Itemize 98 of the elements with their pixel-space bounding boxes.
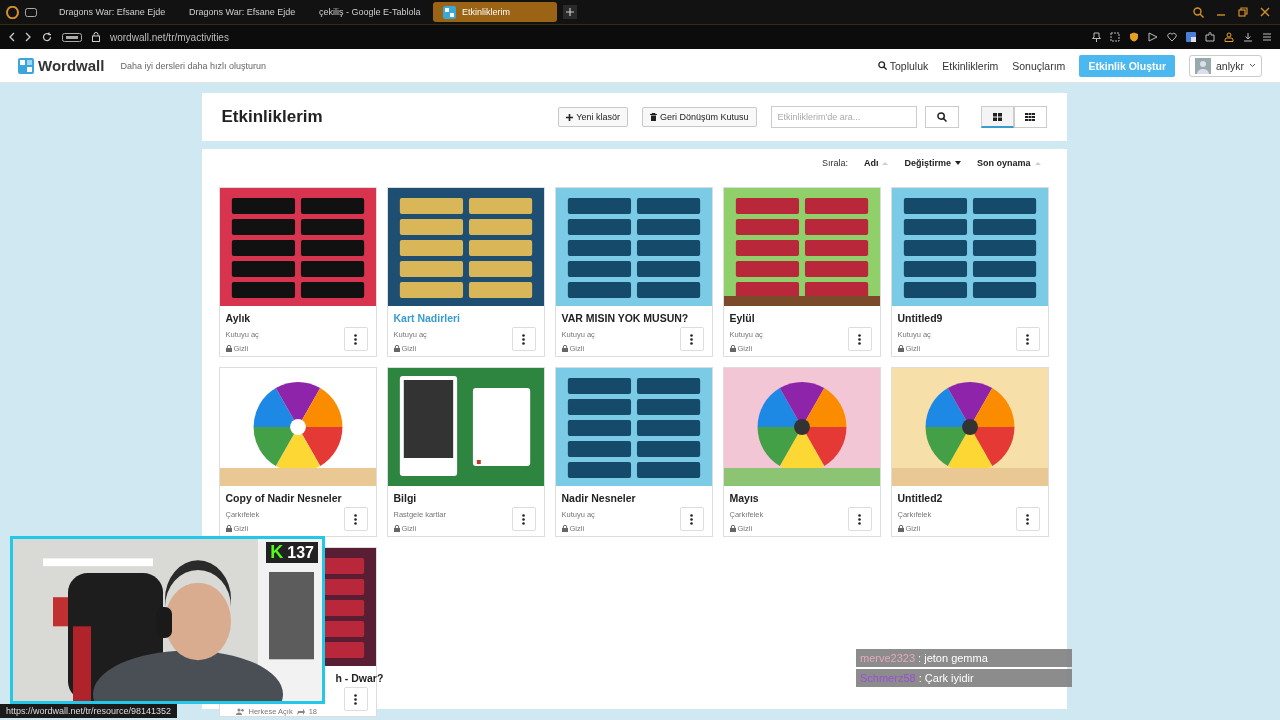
- more-button[interactable]: [343, 687, 368, 711]
- more-icon: [354, 333, 357, 345]
- lock-icon: [729, 525, 736, 532]
- more-icon: [1026, 513, 1029, 525]
- large-grid-icon: [992, 112, 1002, 121]
- snapshot-icon[interactable]: [1110, 32, 1120, 42]
- more-button[interactable]: [679, 327, 704, 351]
- activity-title[interactable]: Aylık: [225, 312, 370, 324]
- pin-icon[interactable]: [1092, 32, 1101, 42]
- activity-title[interactable]: Copy of Nadir Nesneler: [225, 492, 370, 504]
- trash-icon: [649, 113, 657, 121]
- small-grid-view-button[interactable]: [1013, 106, 1047, 128]
- browser-tab[interactable]: Etkinliklerim: [433, 2, 557, 22]
- search-icon[interactable]: [1193, 6, 1204, 18]
- more-icon: [858, 333, 861, 345]
- browser-tab[interactable]: Dragons War: Efsane Ejde: [43, 2, 167, 22]
- lock-icon: [225, 525, 232, 532]
- more-icon: [858, 513, 861, 525]
- more-button[interactable]: [847, 327, 872, 351]
- lock-icon: [225, 345, 232, 352]
- lock-icon: [729, 345, 736, 352]
- nav-link[interactable]: Sonuçlarım: [1012, 59, 1066, 72]
- logo-text[interactable]: Wordwall: [38, 57, 105, 74]
- restore-icon[interactable]: [1238, 7, 1248, 17]
- status-url: https://wordwall.net/tr/resource/98141352: [0, 704, 178, 718]
- plus-icon: [566, 113, 574, 121]
- more-icon: [522, 513, 525, 525]
- activity-title[interactable]: VAR MISIN YOK MUSUN?: [561, 312, 706, 324]
- more-icon: [354, 693, 357, 705]
- sort-label: Sırala:: [821, 158, 848, 168]
- lock-icon: [393, 525, 400, 532]
- activity-title[interactable]: Untitled9: [897, 312, 1042, 324]
- sort-option[interactable]: Son oynama: [977, 158, 1041, 168]
- more-button[interactable]: [511, 507, 536, 531]
- activity-title[interactable]: Untitled2: [897, 492, 1042, 504]
- grid-logo-icon[interactable]: [18, 57, 34, 74]
- menu-icon[interactable]: [1262, 32, 1272, 42]
- nav-link[interactable]: Topluluk: [877, 59, 929, 72]
- activity-title[interactable]: Eylül: [729, 312, 874, 324]
- more-button[interactable]: [343, 507, 368, 531]
- profile-icon[interactable]: [1224, 32, 1234, 42]
- address-bar[interactable]: wordwall.net/tr/myactivities: [110, 31, 229, 43]
- avatar-icon: [1195, 57, 1211, 74]
- extension-icon[interactable]: [1205, 32, 1215, 42]
- recycle-bin-button[interactable]: Geri Dönüşüm Kutusu: [641, 107, 757, 127]
- new-tab-button[interactable]: [563, 5, 577, 19]
- more-icon: [1026, 333, 1029, 345]
- chat-message: merve2323 : jeton gemma: [856, 649, 1072, 667]
- close-icon[interactable]: [1260, 7, 1270, 17]
- tagline: Daha iyi dersleri daha hızlı oluşturun: [120, 60, 266, 71]
- more-button[interactable]: [847, 507, 872, 531]
- browser-logo-icon[interactable]: [6, 5, 19, 19]
- more-button[interactable]: [343, 327, 368, 351]
- shield-icon[interactable]: [1129, 32, 1139, 42]
- more-icon: [522, 333, 525, 345]
- more-button[interactable]: [679, 507, 704, 531]
- sort-option[interactable]: Değiştirme: [904, 158, 961, 168]
- search-icon: [936, 112, 947, 122]
- people-icon: [235, 708, 245, 715]
- nav-link[interactable]: Etkinliklerim: [942, 59, 999, 72]
- caret-icon: [1249, 63, 1256, 68]
- lock-icon: [561, 345, 568, 352]
- more-icon: [690, 333, 693, 345]
- search-button[interactable]: [924, 106, 959, 128]
- more-icon: [690, 513, 693, 525]
- lock-icon: [897, 525, 904, 532]
- more-button[interactable]: [1015, 507, 1040, 531]
- browser-tab[interactable]: Dragons War: Efsane Ejde: [173, 2, 297, 22]
- send-icon[interactable]: [1148, 32, 1158, 42]
- lock-icon: [897, 345, 904, 352]
- activity-title[interactable]: Nadir Nesneler: [561, 492, 706, 504]
- more-button[interactable]: [511, 327, 536, 351]
- browser-tab[interactable]: çekiliş - Google E-Tablola: [303, 2, 427, 22]
- user-menu[interactable]: anlykr: [1189, 54, 1262, 77]
- reload-icon[interactable]: [42, 32, 52, 42]
- lock-icon: [561, 525, 568, 532]
- forward-icon[interactable]: [25, 32, 32, 42]
- more-button[interactable]: [1015, 327, 1040, 351]
- share-icon: [296, 708, 305, 715]
- chat-message: Schmerz58 : Çark iyidir: [856, 669, 1072, 687]
- lock-icon: [393, 345, 400, 352]
- small-grid-icon: [1025, 113, 1035, 121]
- heart-icon[interactable]: [1167, 32, 1177, 42]
- download-icon[interactable]: [1243, 32, 1253, 42]
- search-icon: [877, 61, 887, 70]
- large-grid-view-button[interactable]: [980, 106, 1014, 128]
- search-field[interactable]: Etkinliklerim'de ara...: [770, 106, 917, 128]
- back-icon[interactable]: [8, 32, 15, 42]
- more-icon: [354, 513, 357, 525]
- activity-title[interactable]: Mayıs: [729, 492, 874, 504]
- lock-icon: [92, 32, 100, 42]
- activity-title[interactable]: Bilgi: [393, 492, 538, 504]
- new-folder-button[interactable]: Yeni klasör: [558, 107, 628, 127]
- vpn-icon[interactable]: [62, 32, 82, 42]
- page-title: Etkinliklerim: [221, 107, 324, 127]
- grid-logo-icon: [443, 5, 456, 19]
- translate-icon[interactable]: [1186, 32, 1196, 42]
- sort-option[interactable]: Adı: [863, 158, 889, 168]
